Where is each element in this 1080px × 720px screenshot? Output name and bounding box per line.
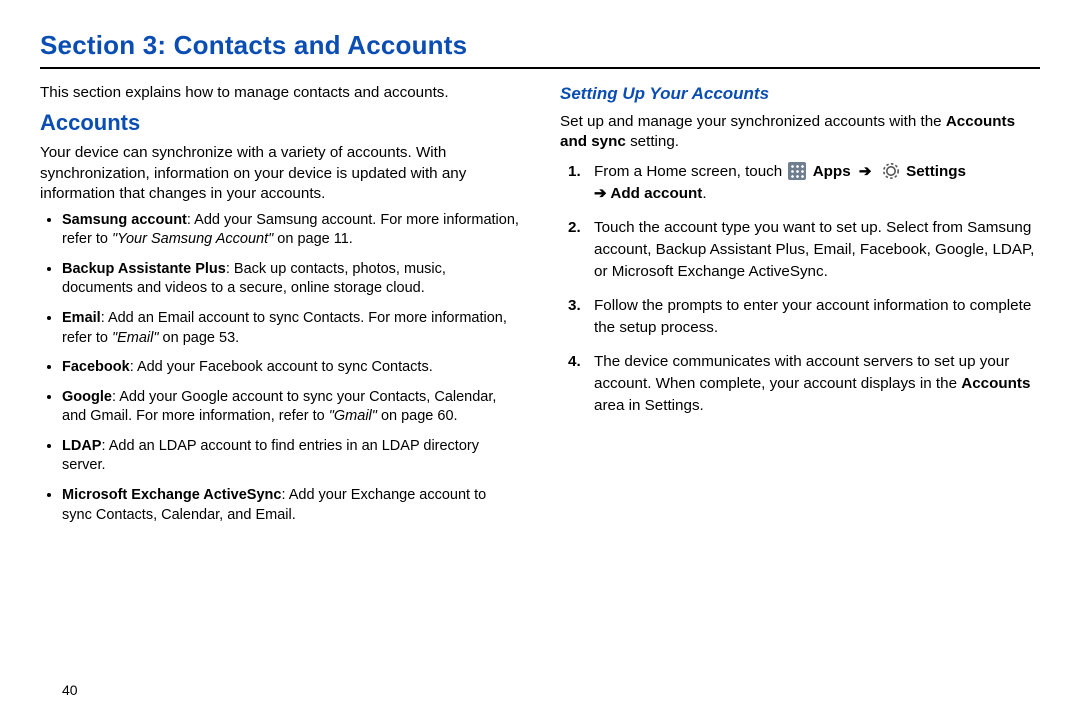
manual-page: Section 3: Contacts and Accounts This se… — [0, 0, 1080, 720]
accounts-bold: Accounts — [961, 375, 1030, 392]
item-label: Microsoft Exchange ActiveSync — [62, 487, 281, 503]
step-item: Follow the prompts to enter your account… — [594, 295, 1040, 339]
step-text: . — [702, 185, 706, 202]
item-label: LDAP — [62, 438, 101, 454]
two-column-layout: This section explains how to manage cont… — [40, 83, 1040, 535]
settings-icon — [882, 162, 900, 180]
section-title: Section 3: Contacts and Accounts — [40, 30, 1040, 61]
step-text: From a Home screen, touch — [594, 163, 786, 180]
item-ref: "Email" — [112, 330, 159, 346]
accounts-lead: Your device can synchronize with a varie… — [40, 143, 520, 205]
setup-lead: Set up and manage your synchronized acco… — [560, 112, 1040, 153]
item-page: on page 60. — [377, 408, 458, 424]
page-number: 40 — [62, 682, 78, 698]
item-page: on page 53. — [159, 330, 240, 346]
step-item: Touch the account type you want to set u… — [594, 217, 1040, 283]
step-text: The device communicates with account ser… — [594, 353, 1009, 392]
step-item: From a Home screen, touch Apps ➔ Setting… — [594, 161, 1040, 205]
item-label: Samsung account — [62, 212, 187, 228]
item-text: : Add your Facebook account to sync Cont… — [130, 359, 433, 375]
list-item: Samsung account: Add your Samsung accoun… — [62, 211, 520, 250]
title-rule — [40, 67, 1040, 69]
item-label: Backup Assistante Plus — [62, 261, 226, 277]
step-text: area in Settings. — [594, 397, 704, 414]
list-item: Facebook: Add your Facebook account to s… — [62, 358, 520, 378]
right-column: Setting Up Your Accounts Set up and mana… — [560, 83, 1040, 535]
setup-steps: From a Home screen, touch Apps ➔ Setting… — [560, 161, 1040, 417]
list-item: Google: Add your Google account to sync … — [62, 388, 520, 427]
list-item: Microsoft Exchange ActiveSync: Add your … — [62, 486, 520, 525]
item-label: Google — [62, 389, 112, 405]
apps-icon — [788, 162, 806, 180]
setup-heading: Setting Up Your Accounts — [560, 83, 1040, 106]
item-page: on page 11. — [273, 231, 353, 247]
item-text: : Add an LDAP account to find entries in… — [62, 438, 479, 474]
account-types-list: Samsung account: Add your Samsung accoun… — [40, 211, 520, 525]
list-item: Email: Add an Email account to sync Cont… — [62, 309, 520, 348]
item-label: Facebook — [62, 359, 130, 375]
lead-part: Set up and manage your synchronized acco… — [560, 113, 946, 130]
list-item: Backup Assistante Plus: Back up contacts… — [62, 260, 520, 299]
arrow-icon: ➔ — [855, 163, 876, 180]
item-label: Email — [62, 310, 101, 326]
accounts-heading: Accounts — [40, 108, 520, 138]
add-account-label: ➔ Add account — [594, 185, 702, 202]
apps-label: Apps — [813, 163, 851, 180]
settings-label: Settings — [906, 163, 966, 180]
lead-part: setting. — [626, 133, 679, 150]
step-item: The device communicates with account ser… — [594, 351, 1040, 417]
item-ref: "Your Samsung Account" — [112, 231, 273, 247]
intro-text: This section explains how to manage cont… — [40, 83, 520, 104]
item-ref: "Gmail" — [329, 408, 377, 424]
left-column: This section explains how to manage cont… — [40, 83, 520, 535]
list-item: LDAP: Add an LDAP account to find entrie… — [62, 437, 520, 476]
